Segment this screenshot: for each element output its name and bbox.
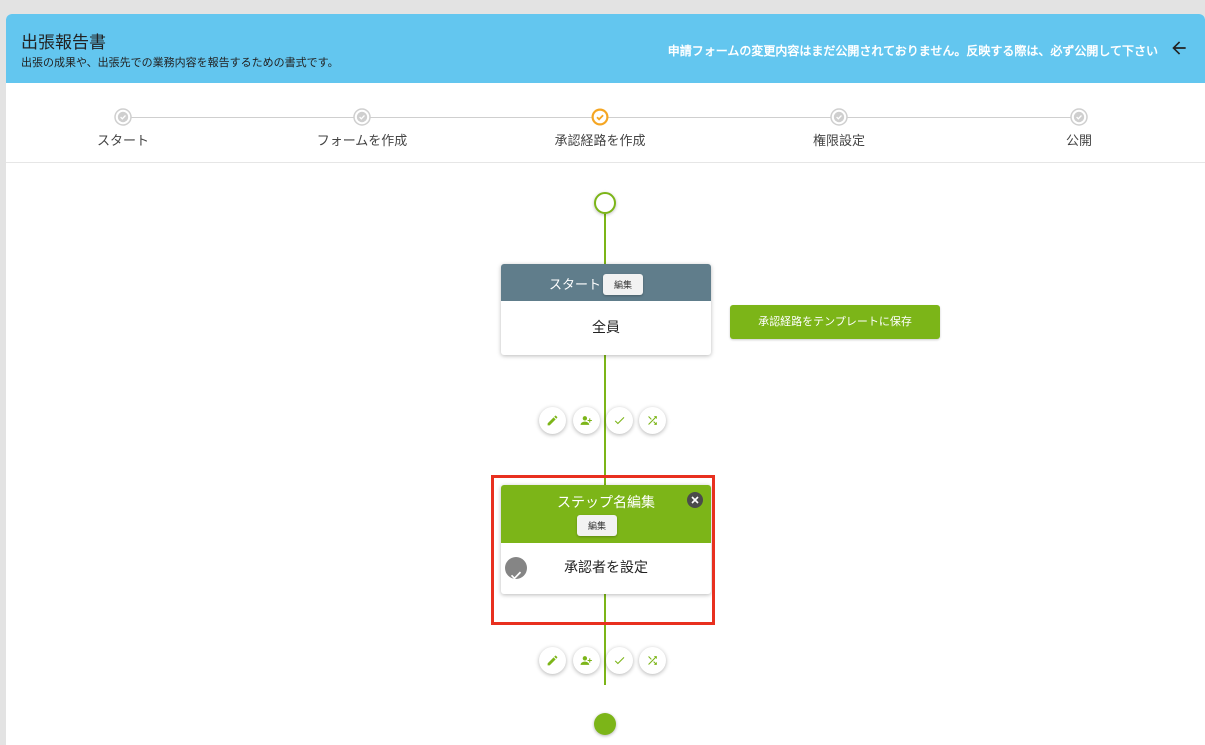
page-title: 出張報告書 [21, 33, 106, 53]
wizard-stepper: スタート フォームを作成 承認経路を作成 権限設定 公開 [6, 83, 1205, 163]
start-card-title: スタート [549, 278, 602, 293]
stepper-label: 権限設定 [812, 134, 865, 149]
pencil-icon[interactable] [539, 407, 566, 434]
check-circle-icon [591, 108, 609, 126]
step-action-bar [539, 647, 671, 675]
header-bar: 出張報告書 出張の成果や、出張先での業務内容を報告するための書式です。 申請フォ… [6, 14, 1205, 83]
form-editor-panel: 出張報告書 出張の成果や、出張先での業務内容を報告するための書式です。 申請フォ… [6, 14, 1205, 745]
start-step-card: スタート 編集 全員 [501, 264, 711, 355]
stepper-step-publish[interactable]: 公開 [989, 83, 1169, 162]
check-circle-icon [114, 108, 132, 126]
flow-end-node [594, 713, 616, 735]
shuffle-icon[interactable] [639, 647, 666, 674]
step-action-bar [539, 407, 671, 435]
flow-start-node [594, 192, 616, 214]
page-subtitle: 出張の成果や、出張先での業務内容を報告するための書式です。 [21, 56, 339, 69]
stepper-step-route[interactable]: 承認経路を作成 [510, 83, 690, 162]
flow-connector [604, 214, 606, 264]
check-icon[interactable] [606, 647, 633, 674]
unpublished-notice: 申請フォームの変更内容はまだ公開されておりません。反映する際は、必ず公開して下さ… [667, 44, 1158, 58]
check-icon[interactable] [606, 407, 633, 434]
stepper-step-permissions[interactable]: 権限設定 [749, 83, 929, 162]
highlight-box [491, 475, 715, 625]
check-circle-icon [830, 108, 848, 126]
stepper-label: スタート [96, 134, 149, 149]
check-circle-icon [1070, 108, 1088, 126]
stepper-label: フォームを作成 [316, 134, 408, 149]
approval-route-canvas: スタート 編集 全員 承認経路をテンプレートに保存 ステップ名編集 編集 承認者… [6, 163, 1205, 745]
save-template-button[interactable]: 承認経路をテンプレートに保存 [730, 305, 940, 339]
stepper-step-start[interactable]: スタート [33, 83, 213, 162]
add-user-icon[interactable] [573, 647, 600, 674]
add-user-icon[interactable] [573, 407, 600, 434]
stepper-step-form[interactable]: フォームを作成 [272, 83, 452, 162]
check-circle-icon [353, 108, 371, 126]
edit-button[interactable]: 編集 [603, 274, 644, 295]
shuffle-icon[interactable] [639, 407, 666, 434]
stepper-label: 公開 [1065, 134, 1092, 149]
stepper-label: 承認経路を作成 [554, 134, 646, 149]
start-card-body: 全員 [592, 320, 620, 336]
pencil-icon[interactable] [539, 647, 566, 674]
arrow-left-icon[interactable] [1169, 38, 1189, 58]
start-card-header: スタート 編集 [501, 264, 711, 301]
